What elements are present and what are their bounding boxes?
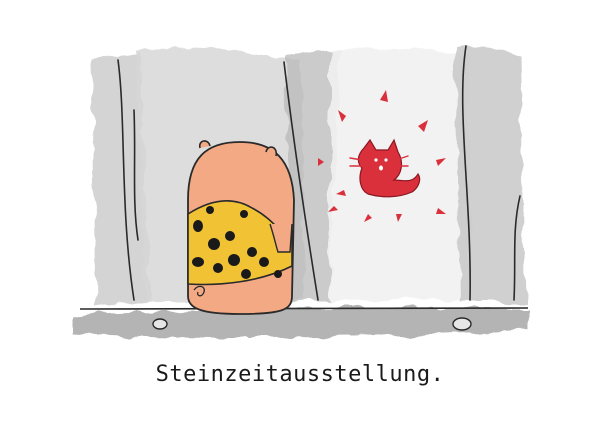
caveman-creature [187,140,295,315]
cave-floor [72,307,529,338]
pebble [152,318,168,330]
caption: Steinzeitausstellung. [155,362,445,387]
cave-wall [92,45,525,308]
pebble [452,317,472,331]
